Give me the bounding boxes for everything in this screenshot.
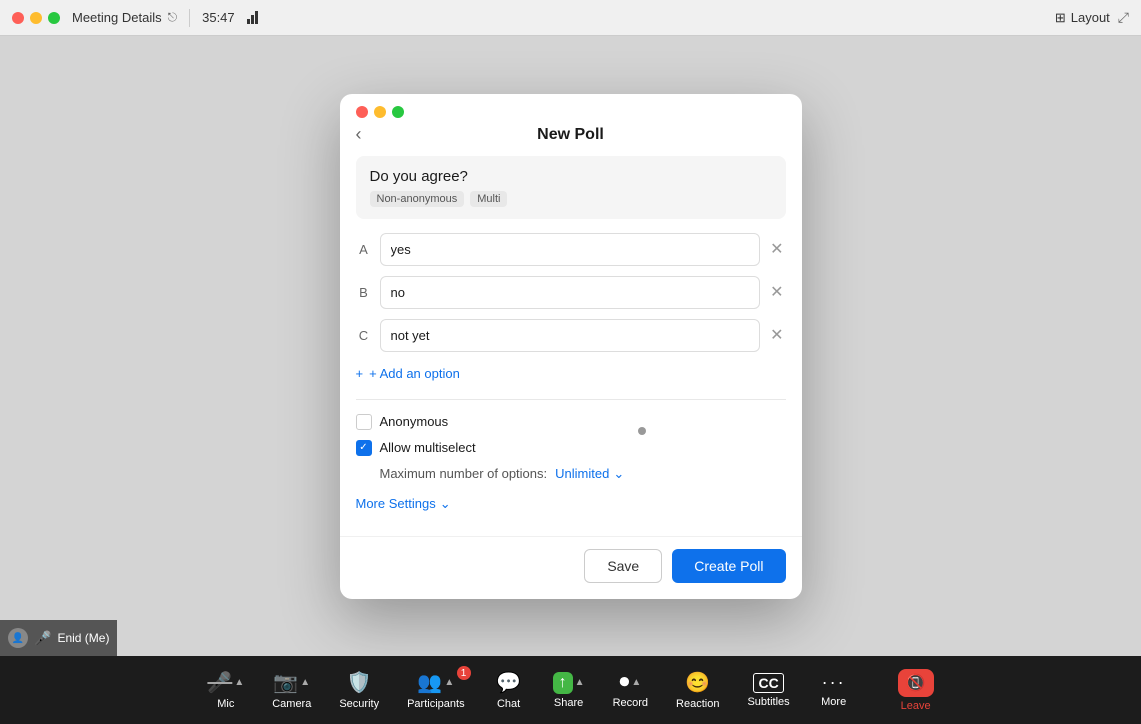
option-row-b: B ✕ [356, 276, 786, 309]
max-options-select[interactable]: Unlimited ⌄ [555, 466, 624, 482]
question-text: Do you agree? [370, 168, 772, 185]
create-poll-button[interactable]: Create Poll [672, 549, 785, 583]
mic-chevron[interactable]: ▲ [234, 677, 244, 688]
security-button[interactable]: 🛡️ Security [325, 670, 393, 710]
leave-button[interactable]: 📵 Leave [884, 669, 948, 712]
top-bar-right: ⊞ Layout ⤢ [1055, 9, 1129, 26]
option-input-c[interactable] [380, 319, 761, 352]
option-row-c: C ✕ [356, 319, 786, 352]
anonymous-checkbox-row[interactable]: Anonymous [356, 414, 786, 430]
plus-icon: + [356, 366, 364, 381]
subtitles-icon: CC [753, 673, 783, 693]
expand-icon[interactable]: ⤢ [1118, 9, 1129, 26]
multiselect-checkbox[interactable] [356, 440, 372, 456]
chat-button[interactable]: 💬 Chat [479, 670, 539, 710]
modal-footer: Save Create Poll [340, 536, 802, 599]
anonymous-checkbox[interactable] [356, 414, 372, 430]
subtitles-button[interactable]: CC Subtitles [733, 673, 803, 708]
mic-muted-icon: 🎤 [34, 630, 51, 647]
option-input-b[interactable] [380, 276, 761, 309]
new-poll-modal: ‹ New Poll Do you agree? Non-anonymous M… [340, 94, 802, 599]
bottom-bar: 🎤 ▲ Mic 📷 ▲ Camera 🛡️ Security 👥 1 ▲ Par… [0, 656, 1141, 724]
modal-title: New Poll [537, 126, 604, 144]
layout-button[interactable]: ⊞ Layout [1055, 10, 1110, 26]
option-input-a[interactable] [380, 233, 761, 266]
chevron-down-icon: ⌄ [613, 466, 624, 482]
share-icon: ↑ [553, 672, 573, 694]
option-letter-a: A [356, 242, 372, 257]
modal-body: Do you agree? Non-anonymous Multi A ✕ B … [340, 156, 802, 536]
user-name: Enid (Me) [57, 631, 109, 645]
save-button[interactable]: Save [584, 549, 662, 583]
question-card: Do you agree? Non-anonymous Multi [356, 156, 786, 219]
share-chevron[interactable]: ▲ [575, 677, 585, 688]
layout-icon: ⊞ [1055, 10, 1066, 26]
modal-maximize-button[interactable] [392, 106, 404, 118]
divider [356, 399, 786, 400]
reaction-button[interactable]: 😊 Reaction [662, 670, 733, 710]
anonymous-label: Anonymous [380, 414, 449, 429]
option-letter-c: C [356, 328, 372, 343]
avatar: 👤 [8, 628, 28, 648]
option-row-a: A ✕ [356, 233, 786, 266]
signal-icon [247, 11, 258, 24]
record-icon: ⏺ [619, 671, 629, 694]
divider [189, 9, 190, 27]
modal-header: ‹ New Poll [340, 126, 802, 156]
chevron-down-icon: ⌄ [440, 496, 451, 512]
add-option-button[interactable]: + + Add an option [356, 362, 460, 385]
record-button[interactable]: ⏺ ▲ Record [599, 671, 662, 709]
multiselect-label: Allow multiselect [380, 440, 476, 455]
participants-button[interactable]: 👥 1 ▲ Participants [393, 670, 478, 710]
camera-icon: 📷 [273, 670, 298, 695]
max-options-row: Maximum number of options: Unlimited ⌄ [380, 466, 786, 482]
top-bar: Meeting Details ⎋ 35:47 ⊞ Layout ⤢ [0, 0, 1141, 36]
question-tags: Non-anonymous Multi [370, 191, 772, 207]
modal-close-button[interactable] [356, 106, 368, 118]
share-icon: ⎋ [168, 10, 178, 25]
security-icon: 🛡️ [347, 670, 372, 695]
minimize-window-button[interactable] [30, 12, 42, 24]
back-button[interactable]: ‹ [356, 124, 362, 145]
participants-icon: 👥 [417, 670, 442, 695]
participants-badge: 1 [457, 666, 471, 680]
remove-option-b-button[interactable]: ✕ [768, 280, 785, 304]
modal-minimize-button[interactable] [374, 106, 386, 118]
multiselect-checkbox-row[interactable]: Allow multiselect [356, 440, 786, 456]
participants-chevron[interactable]: ▲ [444, 677, 454, 688]
user-strip: 👤 🎤 Enid (Me) [0, 620, 117, 656]
maximize-window-button[interactable] [48, 12, 60, 24]
option-letter-b: B [356, 285, 372, 300]
record-chevron[interactable]: ▲ [631, 677, 641, 688]
camera-button[interactable]: 📷 ▲ Camera [258, 670, 325, 710]
share-button[interactable]: ↑ ▲ Share [539, 672, 599, 709]
remove-option-a-button[interactable]: ✕ [768, 237, 785, 261]
more-settings-button[interactable]: More Settings ⌄ [356, 496, 451, 512]
mic-icon: 🎤 [207, 670, 232, 695]
more-button[interactable]: ··· More [804, 672, 864, 708]
max-options-label: Maximum number of options: [380, 466, 548, 481]
camera-chevron[interactable]: ▲ [300, 677, 310, 688]
close-window-button[interactable] [12, 12, 24, 24]
mic-button[interactable]: 🎤 ▲ Mic [193, 670, 258, 710]
remove-option-c-button[interactable]: ✕ [768, 323, 785, 347]
window-controls[interactable] [12, 12, 60, 24]
more-icon: ··· [822, 672, 846, 693]
meeting-title: Meeting Details ⎋ [72, 10, 177, 25]
meeting-timer: 35:47 [202, 10, 235, 25]
reaction-icon: 😊 [685, 670, 710, 695]
tag-anonymous: Non-anonymous [370, 191, 465, 207]
chat-icon: 💬 [496, 670, 521, 695]
modal-overlay: ‹ New Poll Do you agree? Non-anonymous M… [0, 36, 1141, 656]
tag-multi: Multi [470, 191, 507, 207]
leave-icon: 📵 [898, 669, 934, 697]
modal-window-controls[interactable] [340, 94, 802, 126]
